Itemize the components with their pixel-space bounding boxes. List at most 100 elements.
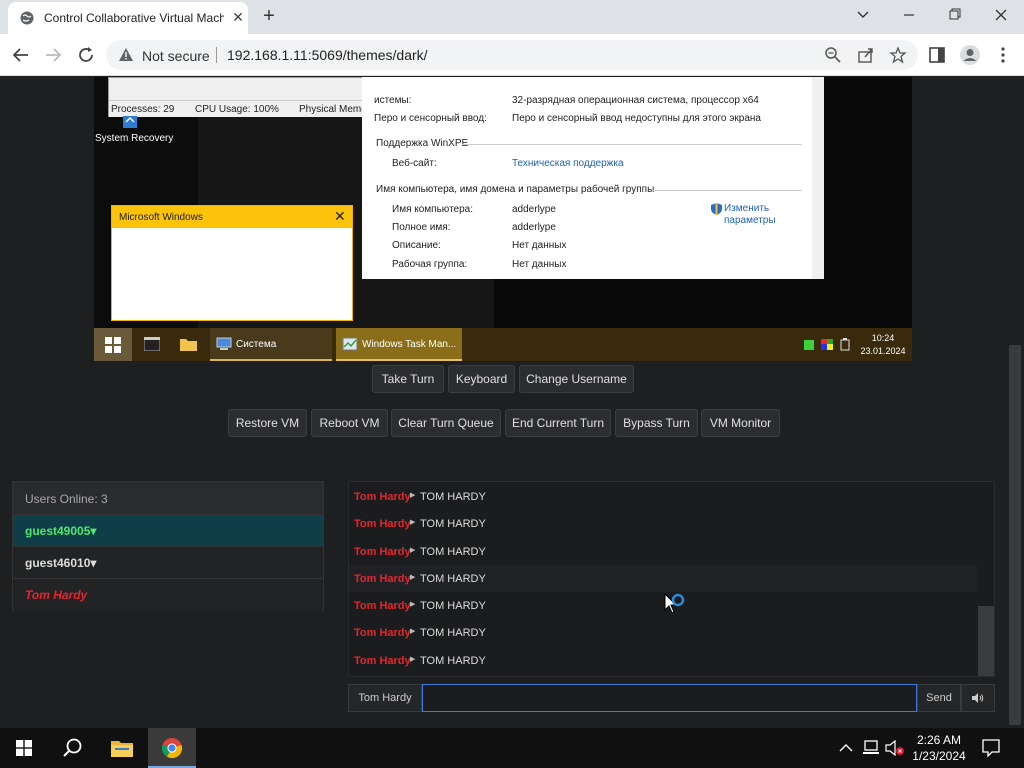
side-panel-icon[interactable] [928,46,946,64]
vm-clock-date: 23.01.2024 [860,346,906,356]
user-name: guest46010▾ [25,556,97,570]
chat-text: TOM HARDY [420,573,486,585]
user-item[interactable]: guest46010▾ [13,546,323,578]
tab-search-icon[interactable] [851,5,875,25]
color-settings-icon [821,339,833,350]
clear-turn-queue-button[interactable]: Clear Turn Queue [391,409,501,437]
bypass-turn-button[interactable]: Bypass Turn [615,409,698,437]
system-recovery-icon [123,116,137,128]
chat-message: Tom Hardy ▶ TOM HARDY [349,510,977,537]
clock-time: 2:26 AM [916,733,962,747]
address-bar[interactable]: Not secure 192.168.1.11:5069/themes/dark… [106,40,918,70]
chat-username[interactable]: Tom Hardy [354,518,411,530]
share-icon[interactable] [857,46,875,64]
browser-tab[interactable]: Control Collaborative Virtual Machine ✕ [8,2,248,34]
back-icon[interactable] [10,44,32,66]
cmd-icon[interactable] [144,337,160,351]
chat-text: TOM HARDY [420,546,486,558]
vm-start-button[interactable] [94,328,132,361]
end-current-turn-button[interactable]: End Current Turn [505,409,611,437]
windows-taskbar: 2:26 AM 1/23/2024 [0,728,1024,768]
omnibox-divider [216,47,217,63]
chat-input-bar: Tom Hardy Send [348,684,995,712]
user-item[interactable]: guest49005▾ [13,514,323,546]
profile-avatar-icon[interactable] [959,44,981,66]
chat-username[interactable]: Tom Hardy [354,655,411,667]
page-scrollbar-thumb[interactable] [1009,345,1021,725]
chat-username[interactable]: Tom Hardy [354,573,411,585]
url-text[interactable]: 192.168.1.11:5069/themes/dark/ [227,47,428,63]
sys-desc-label: Описание: [392,240,441,251]
close-window-icon[interactable] [989,5,1013,25]
page-scrollbar[interactable] [1006,77,1024,728]
reload-icon[interactable] [75,44,97,66]
vm-screen[interactable]: Processes: 29 CPU Usage: 100% Physical M… [94,77,912,361]
browser-tab-strip: Control Collaborative Virtual Machine ✕ … [0,0,1024,34]
chat-username[interactable]: Tom Hardy [354,600,411,612]
send-button[interactable]: Send [917,684,961,712]
explorer-folder-icon[interactable] [180,337,197,351]
keyboard-button[interactable]: Keyboard [448,365,515,393]
chrome-icon [161,738,183,759]
vm-clock-time: 10:24 [871,333,895,343]
taskbar-clock[interactable]: 2:26 AM 1/23/2024 [906,732,972,764]
warning-icon[interactable] [118,47,134,63]
sys-change-link[interactable]: Изменить [724,203,769,214]
page-content: Processes: 29 CPU Usage: 100% Physical M… [0,77,1006,728]
sysprops-scrollbar[interactable] [812,77,824,279]
search-icon [63,738,82,757]
chrome-taskbar-button[interactable] [148,728,196,768]
folder-icon [111,741,133,757]
security-label[interactable]: Not secure [142,48,210,64]
user-name: Tom Hardy [25,588,88,602]
clock-date: 1/23/2024 [912,749,966,763]
tab-close-icon[interactable]: ✕ [230,9,246,25]
chat-message: Tom Hardy ▶ TOM HARDY [349,592,977,619]
msgbox-close-icon[interactable]: ✕ [334,208,346,225]
chat-message: Tom Hardy ▶ TOM HARDY [349,538,977,565]
sys-pen-label: Перо и сенсорный ввод: [374,113,487,124]
vm-taskbar-app-label: Windows Task Man... [362,339,457,350]
sys-support-link[interactable]: Техническая поддержка [512,158,624,169]
chat-username[interactable]: Tom Hardy [354,491,411,503]
chat-username[interactable]: Tom Hardy [354,627,411,639]
file-explorer-button[interactable] [98,728,146,768]
vm-monitor-button[interactable]: VM Monitor [701,409,780,437]
section-divider [462,144,802,145]
zoom-icon[interactable] [824,46,842,64]
take-turn-button[interactable]: Take Turn [372,365,444,393]
sys-change-link-2[interactable]: параметры [724,215,776,226]
chat-message: Tom Hardy ▶ TOM HARDY [349,565,977,592]
forward-icon[interactable] [42,44,64,66]
sys-support-section: Поддержка WinXPE [376,138,469,149]
chat-message-input[interactable] [422,684,917,712]
bookmark-star-icon[interactable] [889,46,907,64]
reboot-vm-button[interactable]: Reboot VM [311,409,388,437]
volume-muted-icon[interactable] [885,740,905,756]
search-button[interactable] [48,728,96,768]
restore-icon[interactable] [943,5,967,25]
sys-type-label: истемы: [374,95,412,106]
vm-taskbar-app-system[interactable]: Система [210,328,332,361]
chat-username[interactable]: Tom Hardy [354,546,411,558]
change-username-button[interactable]: Change Username [519,365,634,393]
network-icon[interactable] [862,740,880,756]
menu-kebab-icon[interactable] [994,46,1012,64]
chat-text: TOM HARDY [420,627,486,639]
new-tab-button[interactable]: + [258,6,280,28]
chat-panel[interactable]: Tom Hardy ▶ TOM HARDY Tom Hardy ▶ TOM HA… [348,481,995,677]
sys-workgroup-label: Рабочая группа: [392,259,468,270]
caret-right-icon: ▶ [410,628,416,635]
vm-taskbar-app-taskmgr[interactable]: Windows Task Man... [336,328,462,361]
minimize-icon[interactable] [897,5,921,25]
start-button[interactable] [0,728,48,768]
chat-scrollbar[interactable] [978,606,994,676]
caret-right-icon: ▶ [410,601,416,608]
restore-vm-button[interactable]: Restore VM [228,409,307,437]
vm-taskbar-app-label: Система [236,339,277,350]
sound-toggle-button[interactable] [961,684,995,712]
notifications-icon[interactable] [982,739,1000,757]
chevron-up-icon[interactable] [839,743,853,753]
user-item[interactable]: Tom Hardy [13,578,323,611]
speaker-icon [972,693,984,703]
